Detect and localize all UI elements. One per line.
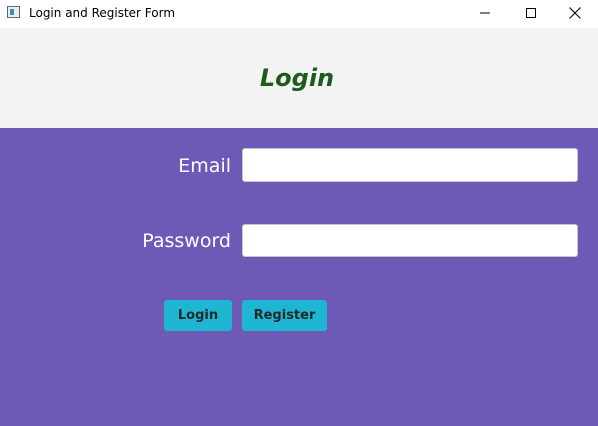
password-label: Password <box>142 230 231 252</box>
email-label: Email <box>178 155 231 177</box>
window-title: Login and Register Form <box>29 6 176 20</box>
login-form: Email Password Login Register <box>0 128 598 426</box>
header-panel: Login <box>0 28 598 128</box>
password-field[interactable] <box>242 224 578 257</box>
register-button[interactable]: Register <box>242 300 327 331</box>
email-field[interactable] <box>242 148 578 182</box>
page-title: Login <box>259 64 335 92</box>
app-icon <box>7 6 20 18</box>
login-button[interactable]: Login <box>164 300 232 331</box>
close-button[interactable] <box>552 0 598 26</box>
minimize-icon <box>480 12 490 14</box>
maximize-icon <box>526 8 536 18</box>
title-bar: Login and Register Form <box>0 0 598 26</box>
login-register-window: Login and Register Form Login Email Pass… <box>0 0 598 426</box>
minimize-button[interactable] <box>462 0 508 26</box>
maximize-button[interactable] <box>508 0 554 26</box>
close-icon <box>569 7 581 19</box>
